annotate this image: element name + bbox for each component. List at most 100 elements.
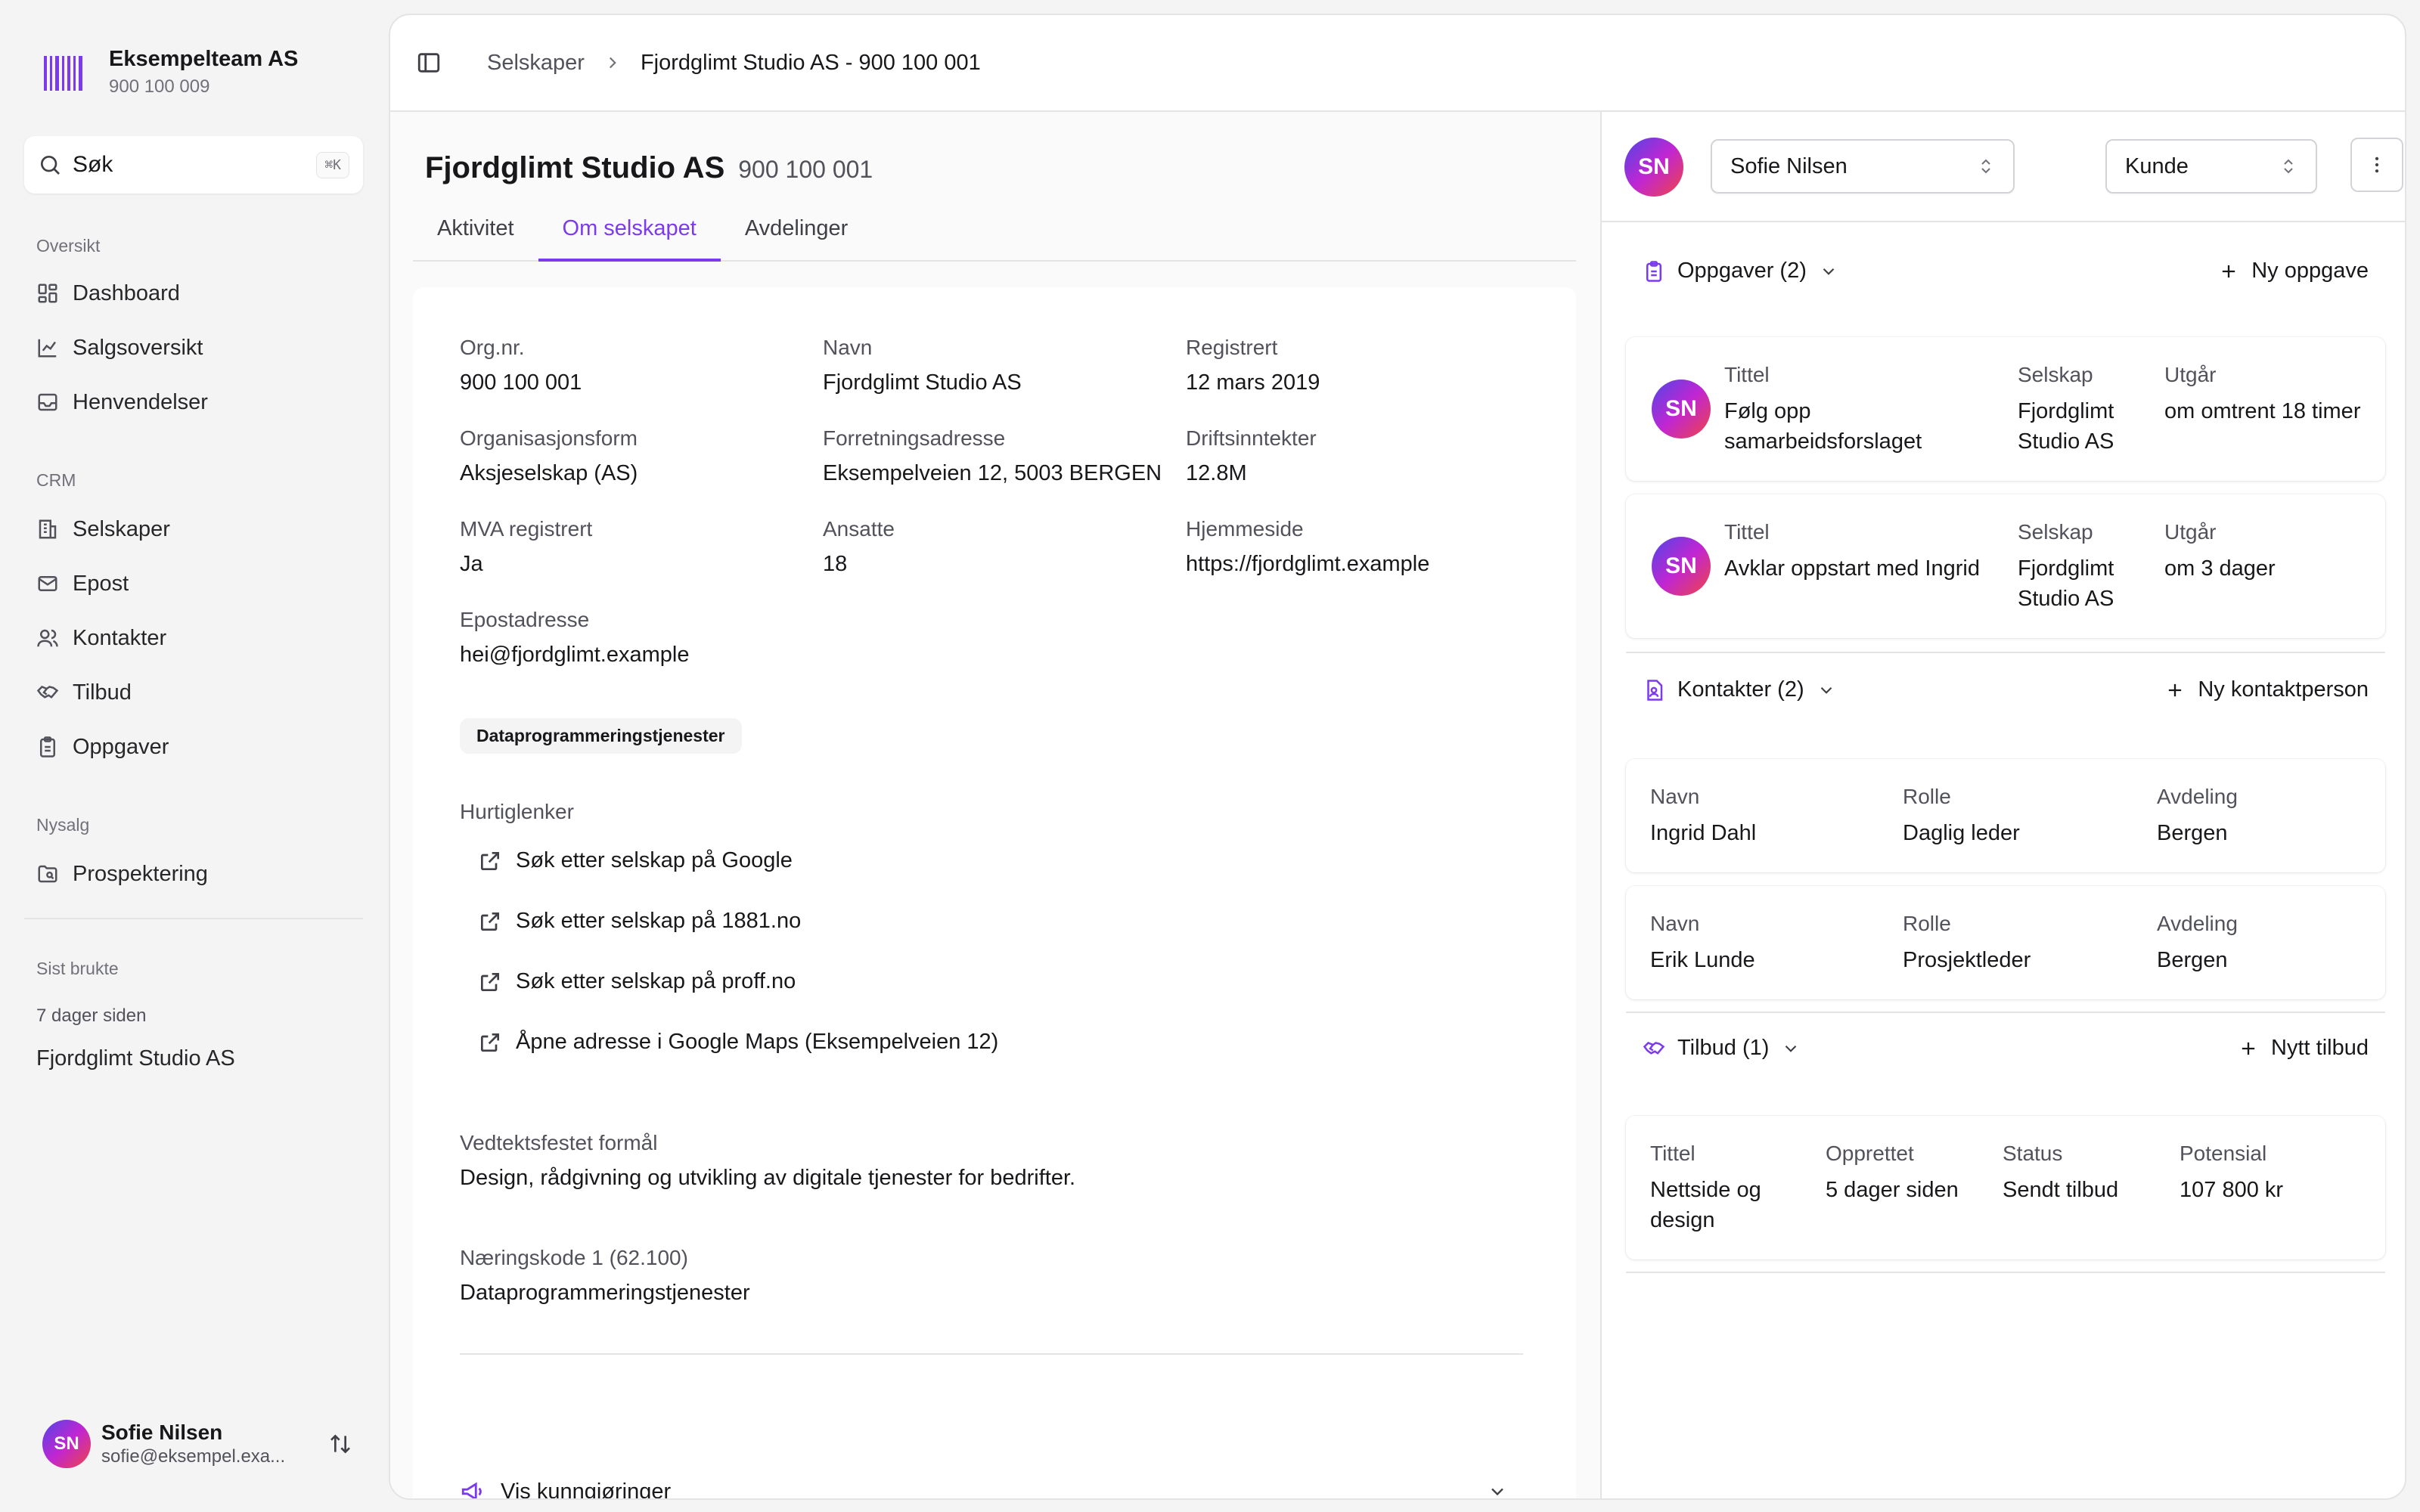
new-offer-label: Nytt tilbud bbox=[2271, 1036, 2369, 1060]
offers-section-header: Tilbud (1) Nytt tilbud bbox=[1643, 1036, 2369, 1061]
quicklink-google[interactable]: Søk etter selskap på Google bbox=[478, 848, 793, 873]
task-due: om 3 dager bbox=[2164, 556, 2276, 581]
new-task-button[interactable]: Ny oppgave bbox=[2218, 259, 2369, 284]
contact-department: Bergen bbox=[2157, 821, 2228, 845]
sidebar-item-selskaper[interactable]: Selskaper bbox=[36, 510, 170, 549]
dashboard-icon bbox=[36, 282, 59, 305]
tasks-title: Oppgaver (2) bbox=[1677, 259, 1807, 283]
quicklink-label: Åpne adresse i Google Maps (Eksempelveie… bbox=[516, 1030, 999, 1054]
sidebar-item-dashboard[interactable]: Dashboard bbox=[36, 274, 180, 313]
chevron-down-icon[interactable] bbox=[1817, 680, 1836, 700]
contacts-section-header: Kontakter (2) Ny kontaktperson bbox=[1643, 677, 2369, 702]
task-card[interactable]: SN Tittel Følg opp samarbeidsforslaget S… bbox=[1626, 337, 2385, 481]
sidebar-item-tilbud[interactable]: Tilbud bbox=[36, 673, 132, 712]
field-mva: MVA registrert Ja bbox=[460, 517, 592, 577]
topbar: Selskaper Fjordglimt Studio AS - 900 100… bbox=[390, 15, 2405, 112]
contact-name: Erik Lunde bbox=[1650, 948, 1755, 972]
chevron-right-icon bbox=[603, 53, 622, 73]
sidebar-item-label: Selskaper bbox=[73, 516, 170, 541]
team-switcher[interactable]: Eksempelteam AS 900 100 009 bbox=[42, 47, 298, 98]
contact-card[interactable]: Navn Erik Lunde Rolle Prosjektleder Avde… bbox=[1626, 886, 2385, 999]
task-title: Følg opp samarbeidsforslaget bbox=[1724, 399, 1922, 454]
user-menu[interactable]: SN Sofie Nilsen sofie@eksempel.exa... bbox=[42, 1420, 352, 1468]
quicklink-proff[interactable]: Søk etter selskap på proff.no bbox=[478, 969, 796, 994]
contact-role: Prosjektleder bbox=[1903, 948, 2031, 972]
field-label: Forretningsadresse bbox=[823, 426, 1006, 450]
external-link-icon bbox=[478, 849, 502, 873]
industry-tag: Dataprogrammeringstjenester bbox=[460, 718, 742, 754]
col-label: Tittel bbox=[1650, 1142, 1696, 1165]
homepage-link[interactable]: https://fjordglimt.example bbox=[1186, 552, 1429, 577]
field-label: Næringskode 1 (62.100) bbox=[460, 1246, 688, 1269]
sidebar-toggle-icon[interactable] bbox=[416, 50, 442, 76]
nav-group-label: Oversikt bbox=[36, 236, 101, 256]
tabs: Aktivitet Om selskapet Avdelinger bbox=[413, 207, 1576, 262]
side-panel: SN Sofie Nilsen Kunde Oppgaver (2) Ny op… bbox=[1600, 112, 2405, 1498]
col-label: Navn bbox=[1650, 785, 1700, 808]
field-purpose: Vedtektsfestet formål Design, rådgivning… bbox=[460, 1131, 1075, 1191]
offer-card[interactable]: Tittel Nettside og design Opprettet 5 da… bbox=[1626, 1116, 2385, 1259]
announcements-toggle[interactable]: Vis kunngjøringer bbox=[460, 1479, 1523, 1500]
announcements-label: Vis kunngjøringer bbox=[501, 1479, 672, 1500]
folder-search-icon bbox=[36, 863, 59, 885]
col-label: Tittel bbox=[1724, 520, 1770, 544]
plus-icon bbox=[2238, 1038, 2259, 1059]
tab-aktivitet[interactable]: Aktivitet bbox=[413, 207, 538, 262]
field-value: Aksjeselskap (AS) bbox=[460, 461, 638, 485]
sidebar-item-salgsoversikt[interactable]: Salgsoversikt bbox=[36, 328, 203, 367]
external-link-icon bbox=[478, 909, 502, 934]
owner-select[interactable]: Sofie Nilsen bbox=[1711, 139, 2015, 194]
field-value: Design, rådgivning og utvikling av digit… bbox=[460, 1166, 1076, 1190]
sidebar-item-prospektering[interactable]: Prospektering bbox=[36, 854, 208, 894]
company-details: Fjordglimt Studio AS 900 100 001 Aktivit… bbox=[390, 112, 1600, 1500]
user-name: Sofie Nilsen bbox=[101, 1421, 223, 1444]
sidebar-item-label: Prospektering bbox=[73, 861, 208, 886]
breadcrumb-selskaper[interactable]: Selskaper bbox=[487, 51, 585, 76]
task-card[interactable]: SN Tittel Avklar oppstart med Ingrid Sel… bbox=[1626, 494, 2385, 638]
new-offer-button[interactable]: Nytt tilbud bbox=[2238, 1036, 2369, 1061]
col-label: Potensial bbox=[2180, 1142, 2267, 1165]
sidebar-item-kontakter[interactable]: Kontakter bbox=[36, 618, 166, 658]
new-contact-button[interactable]: Ny kontaktperson bbox=[2164, 677, 2369, 702]
email-link[interactable]: hei@fjordglimt.example bbox=[460, 643, 689, 668]
field-label: Driftsinntekter bbox=[1186, 426, 1317, 450]
building-icon bbox=[36, 518, 59, 541]
team-name: Eksempelteam AS bbox=[109, 47, 299, 71]
arrows-up-down-icon bbox=[328, 1432, 352, 1456]
task-company: Fjordglimt Studio AS bbox=[2018, 399, 2114, 454]
task-due: om omtrent 18 timer bbox=[2164, 399, 2361, 423]
field-label: Hjemmeside bbox=[1186, 517, 1304, 541]
col-label: Avdeling bbox=[2157, 785, 2238, 808]
search-button[interactable]: Søk ⌘K bbox=[24, 136, 363, 194]
offers-title: Tilbud (1) bbox=[1677, 1036, 1770, 1060]
status-select-value: Kunde bbox=[2125, 153, 2189, 178]
quicklink-maps[interactable]: Åpne adresse i Google Maps (Eksempelveie… bbox=[478, 1030, 998, 1055]
field-label: Navn bbox=[823, 336, 873, 359]
field-naeringskode: Næringskode 1 (62.100) Dataprogrammering… bbox=[460, 1246, 750, 1306]
main-panel: Selskaper Fjordglimt Studio AS - 900 100… bbox=[389, 14, 2406, 1500]
sidebar-item-henvendelser[interactable]: Henvendelser bbox=[36, 383, 208, 422]
recent-item[interactable]: Fjordglimt Studio AS bbox=[36, 1046, 235, 1071]
recent-label: Sist brukte bbox=[36, 959, 119, 978]
more-options-button[interactable] bbox=[2350, 138, 2403, 192]
divider bbox=[1626, 1012, 2385, 1013]
more-vertical-icon bbox=[2366, 154, 2387, 175]
sidebar-item-oppgaver[interactable]: Oppgaver bbox=[36, 727, 169, 767]
contacts-title: Kontakter (2) bbox=[1677, 677, 1804, 702]
tab-om-selskapet[interactable]: Om selskapet bbox=[538, 207, 721, 262]
quicklink-label: Søk etter selskap på 1881.no bbox=[516, 909, 802, 933]
quicklink-1881[interactable]: Søk etter selskap på 1881.no bbox=[478, 909, 801, 934]
field-navn: Navn Fjordglimt Studio AS bbox=[823, 336, 1022, 395]
field-value: 18 bbox=[823, 552, 848, 576]
chevron-down-icon[interactable] bbox=[1781, 1039, 1801, 1058]
col-label: Utgår bbox=[2164, 520, 2217, 544]
field-label: Epostadresse bbox=[460, 608, 590, 631]
contact-file-icon bbox=[1643, 679, 1665, 702]
contact-card[interactable]: Navn Ingrid Dahl Rolle Daglig leder Avde… bbox=[1626, 759, 2385, 872]
tab-avdelinger[interactable]: Avdelinger bbox=[721, 207, 873, 262]
status-select[interactable]: Kunde bbox=[2105, 139, 2317, 194]
col-label: Rolle bbox=[1903, 912, 1951, 935]
chevron-down-icon[interactable] bbox=[1819, 262, 1838, 281]
chevrons-up-down-icon bbox=[1977, 157, 1995, 175]
sidebar-item-epost[interactable]: Epost bbox=[36, 564, 129, 603]
